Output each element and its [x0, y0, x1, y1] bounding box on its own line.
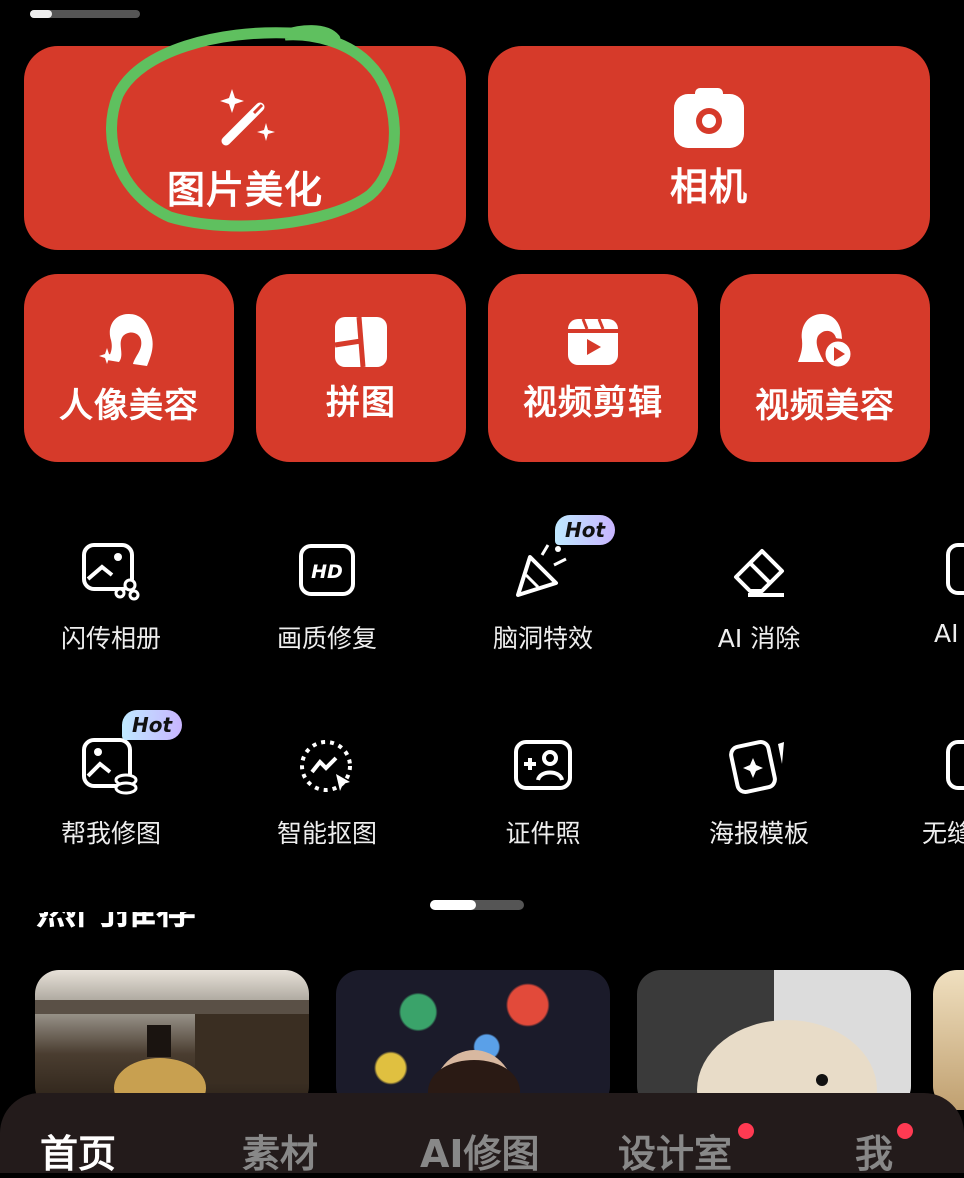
- help-edit-label: 帮我修图: [60, 819, 161, 848]
- ai-tool-partial[interactable]: AI: [890, 535, 964, 675]
- quality-repair-tool[interactable]: HD 画质修复: [242, 535, 412, 675]
- share-album-tool[interactable]: 闪传相册: [26, 535, 196, 675]
- collage-button[interactable]: 拼图: [256, 274, 466, 462]
- id-photo-label: 证件照: [505, 819, 581, 848]
- camera-button[interactable]: 相机: [488, 46, 930, 250]
- ai-tool-icon: [946, 543, 964, 595]
- quality-repair-label: 画质修复: [276, 624, 377, 653]
- hot-badge: Hot: [122, 710, 183, 740]
- recommend-card-4[interactable]: [933, 970, 964, 1110]
- tab-design-studio[interactable]: 设计室: [618, 1123, 732, 1178]
- poster-template-tool[interactable]: 海报模板: [674, 730, 844, 870]
- recommend-card-1[interactable]: [35, 970, 309, 1110]
- section-heading: 热门推荐: [36, 912, 196, 938]
- photo-beautify-button[interactable]: 图片美化: [24, 46, 466, 250]
- bokeh-portrait-photo: [428, 1050, 520, 1110]
- help-edit-tool[interactable]: Hot 帮我修图: [26, 710, 196, 870]
- camera-label: 相机: [669, 164, 748, 209]
- smart-cutout-label: 智能抠图: [276, 819, 377, 848]
- ai-erase-tool[interactable]: AI 消除: [674, 535, 844, 675]
- notification-dot: [897, 1123, 913, 1139]
- top-scroll-indicator: [30, 10, 140, 18]
- portrait-icon: [99, 313, 153, 366]
- collage-icon: [334, 316, 387, 367]
- notification-dot: [738, 1123, 754, 1139]
- party-popper-icon: [516, 544, 567, 597]
- brain-effects-label: 脑洞特效: [492, 624, 593, 653]
- tab-ai-retouch[interactable]: AI修图: [420, 1123, 540, 1178]
- seamless-icon: [946, 740, 964, 790]
- hot-badge: Hot: [555, 515, 616, 545]
- tab-me[interactable]: 我: [855, 1123, 893, 1178]
- ai-erase-label: AI 消除: [717, 624, 801, 653]
- tab-materials[interactable]: 素材: [242, 1123, 318, 1178]
- video-edit-label: 视频剪辑: [523, 382, 663, 423]
- brain-effects-tool[interactable]: Hot 脑洞特效: [458, 515, 628, 675]
- svg-text:HD: HD: [311, 561, 343, 583]
- puppy-photo: [697, 1020, 877, 1110]
- hd-icon: HD: [299, 544, 355, 596]
- video-beauty-button[interactable]: 视频美容: [720, 274, 930, 462]
- photo-edit-icon: [82, 738, 138, 795]
- share-album-label: 闪传相册: [60, 624, 161, 653]
- id-photo-icon: [514, 740, 572, 790]
- video-beauty-icon: [798, 313, 854, 369]
- seamless-label: 无缝: [922, 819, 964, 848]
- eraser-icon: [734, 549, 784, 597]
- ai-tool-label: AI: [934, 619, 959, 648]
- smart-cutout-icon: [300, 740, 352, 792]
- poster-template-label: 海报模板: [708, 819, 809, 848]
- recommend-card-3[interactable]: [637, 970, 911, 1110]
- video-edit-button[interactable]: 视频剪辑: [488, 274, 698, 462]
- video-beauty-label: 视频美容: [755, 385, 895, 426]
- pager-indicator: [430, 900, 524, 910]
- camera-icon: [674, 87, 744, 148]
- video-clip-icon: [568, 317, 618, 365]
- portrait-beauty-label: 人像美容: [59, 385, 199, 426]
- recommend-card-2[interactable]: [336, 970, 610, 1110]
- collage-label: 拼图: [326, 382, 396, 423]
- share-album-icon: [82, 543, 140, 601]
- id-photo-tool[interactable]: 证件照: [458, 730, 628, 870]
- bottom-tab-bar: 首页 素材 AI修图 设计室 我: [0, 1093, 964, 1176]
- poster-template-icon: [729, 740, 784, 794]
- photo-beautify-label: 图片美化: [166, 167, 323, 212]
- seamless-tool-partial[interactable]: 无缝: [890, 730, 964, 870]
- portrait-beauty-button[interactable]: 人像美容: [24, 274, 234, 462]
- smart-cutout-tool[interactable]: 智能抠图: [242, 730, 412, 870]
- magic-wand-icon: [220, 88, 275, 145]
- storefront-photo: [35, 1000, 309, 1110]
- tab-home[interactable]: 首页: [40, 1123, 116, 1178]
